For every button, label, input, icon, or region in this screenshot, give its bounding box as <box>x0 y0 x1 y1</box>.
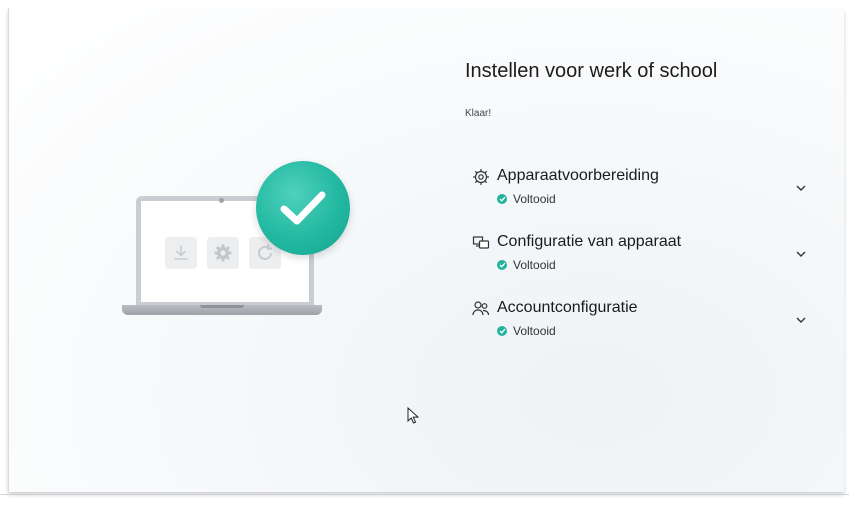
section-device-configuration[interactable]: Configuratie van apparaat Voltooid <box>470 232 810 288</box>
chevron-down-icon[interactable] <box>792 245 810 263</box>
section-status-text: Voltooid <box>513 192 556 206</box>
chevron-down-icon[interactable] <box>792 311 810 329</box>
section-status: Voltooid <box>497 324 556 338</box>
window-bottom-border <box>0 494 849 495</box>
section-status: Voltooid <box>497 192 556 206</box>
check-dot-icon <box>497 260 507 270</box>
check-dot-icon <box>497 326 507 336</box>
section-title: Apparaatvoorbereiding <box>497 167 659 184</box>
chevron-down-icon[interactable] <box>792 179 810 197</box>
mouse-cursor-icon <box>407 406 420 430</box>
section-account-configuration[interactable]: Accountconfiguratie Voltooid <box>470 298 810 354</box>
laptop-camera <box>219 198 224 203</box>
section-status-text: Voltooid <box>513 324 556 338</box>
page-title: Instellen voor werk of school <box>465 60 718 82</box>
section-title: Configuratie van apparaat <box>497 233 682 250</box>
people-icon <box>470 298 492 320</box>
section-title: Accountconfiguratie <box>497 299 638 316</box>
laptop-notch <box>200 305 244 308</box>
devices-icon <box>470 232 492 254</box>
gear-icon <box>470 166 492 188</box>
status-text: Klaar! <box>465 108 492 119</box>
download-icon <box>165 237 197 269</box>
section-device-preparation[interactable]: Apparaatvoorbereiding Voltooid <box>470 166 810 222</box>
section-status: Voltooid <box>497 258 556 272</box>
gear-icon <box>207 237 239 269</box>
check-dot-icon <box>497 194 507 204</box>
check-circle-icon <box>256 161 350 255</box>
section-status-text: Voltooid <box>513 258 556 272</box>
